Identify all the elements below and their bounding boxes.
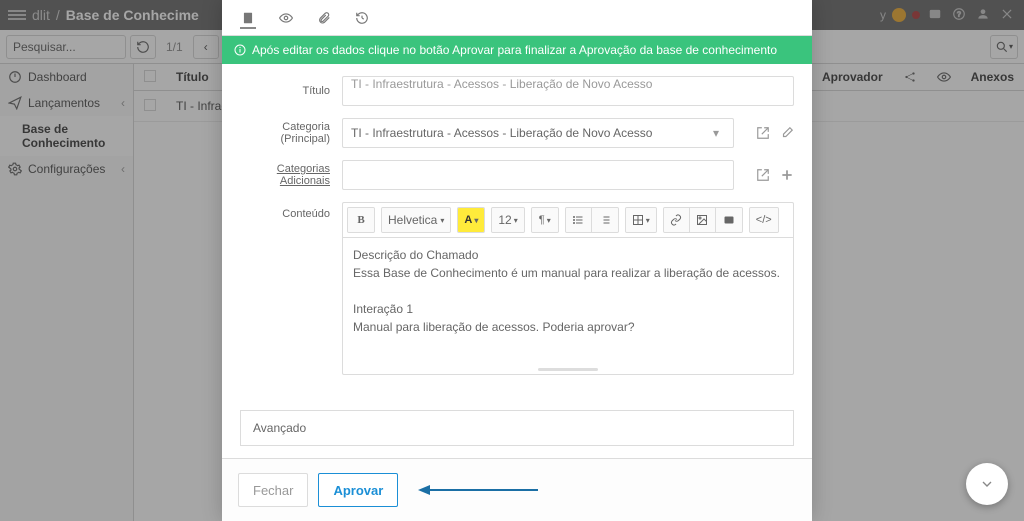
edit-icon[interactable] [780,126,794,140]
color-button[interactable]: A▾ [458,208,484,232]
advanced-section[interactable]: Avançado [240,410,794,446]
tab-history[interactable] [354,10,370,26]
info-banner: Após editar os dados clique no botão Apr… [222,36,812,64]
external-icon[interactable] [756,168,770,182]
editor-line: Manual para liberação de acessos. Poderi… [353,318,783,336]
image-button[interactable] [690,208,716,232]
cat-add-input[interactable] [342,160,734,190]
bold-button[interactable]: B [348,208,374,232]
list-ol-button[interactable] [592,208,618,232]
info-icon [234,44,246,56]
editor-line: Descrição do Chamado [353,246,783,264]
editor-line: Essa Base de Conhecimento é um manual pa… [353,264,783,282]
titulo-input[interactable]: TI - Infraestrutura - Acessos - Liberaçã… [342,76,794,106]
font-select[interactable]: Helvetica▾ [382,208,450,232]
plus-icon[interactable] [780,168,794,182]
video-button[interactable] [716,208,742,232]
tab-preview[interactable] [278,10,294,26]
close-button[interactable]: Fechar [238,473,308,507]
attachment-icon [317,11,331,25]
editor-body[interactable]: Descrição do Chamado Essa Base de Conhec… [343,238,793,368]
external-icon[interactable] [756,126,770,140]
size-select[interactable]: 12▾ [492,208,523,232]
tab-attach[interactable] [316,10,332,26]
banner-text: Após editar os dados clique no botão Apr… [252,43,777,57]
scroll-down-fab[interactable] [966,463,1008,505]
resize-handle[interactable] [343,368,793,374]
tab-form[interactable] [240,13,256,29]
label-titulo: Título [240,85,330,97]
link-button[interactable] [664,208,690,232]
categoria-select[interactable]: TI - Infraestrutura - Acessos - Liberaçã… [342,118,734,148]
chevron-down-icon: ▾ [707,126,725,140]
chevron-down-icon [979,476,995,492]
code-button[interactable]: </> [750,208,778,232]
rich-text-editor: B Helvetica▾ A▾ 12▾ ¶▾ ▾ [342,202,794,375]
annotation-arrow [418,485,538,495]
label-conteudo: Conteúdo [240,202,330,220]
eye-icon [279,11,293,25]
page-icon [241,11,255,25]
history-icon [355,11,369,25]
label-categoria: Categoria (Principal) [240,121,330,145]
label-cat-add[interactable]: Categorias Adicionais [240,163,330,187]
table-button[interactable]: ▾ [626,208,656,232]
approve-button[interactable]: Aprovar [318,473,398,507]
editor-line: Interação 1 [353,300,783,318]
paragraph-button[interactable]: ¶▾ [532,208,558,232]
categoria-value: TI - Infraestrutura - Acessos - Liberaçã… [351,126,652,140]
list-ul-button[interactable] [566,208,592,232]
